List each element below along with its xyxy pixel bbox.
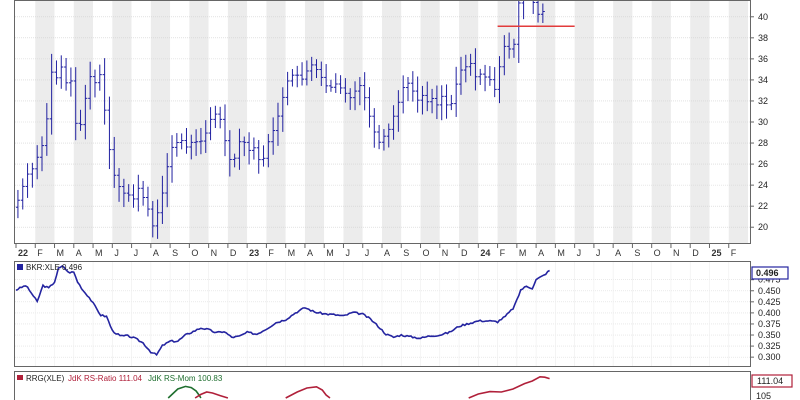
month-tick-label: M bbox=[519, 248, 527, 258]
month-tick-label: F bbox=[268, 248, 274, 258]
price-y-tick-label: 38 bbox=[758, 33, 768, 43]
ratio-y-tick-label: 0.375 bbox=[758, 319, 781, 329]
rrg-header: RRG(XLE) bbox=[26, 374, 65, 383]
rrg-panel: RRG(XLE) JdK RS-Ratio 111.04 JdK RS-Mom … bbox=[14, 371, 793, 400]
month-tick-label: M bbox=[557, 248, 565, 258]
month-tick-label: 25 bbox=[711, 248, 721, 258]
ratio-panel: 0.3000.3250.3500.3750.4000.4250.4500.475… bbox=[14, 261, 789, 367]
month-tick-label: M bbox=[95, 248, 103, 258]
month-tick-label: F bbox=[500, 248, 506, 258]
price-y-tick-label: 22 bbox=[758, 201, 768, 211]
month-tick-label: J bbox=[596, 248, 601, 258]
price-y-tick-label: 28 bbox=[758, 138, 768, 148]
ratio-y-tick-label: 0.300 bbox=[758, 352, 781, 362]
month-tick-label: S bbox=[403, 248, 409, 258]
month-tick-label: A bbox=[538, 248, 544, 258]
month-tick-label: A bbox=[615, 248, 621, 258]
month-tick-label: J bbox=[365, 248, 370, 258]
month-tick-label: S bbox=[172, 248, 178, 258]
month-tick-label: A bbox=[307, 248, 313, 258]
ratio-y-tick-label: 0.425 bbox=[758, 297, 781, 307]
month-tick-label: J bbox=[577, 248, 582, 258]
ratio-legend-label: BKR:XLE 0.496 bbox=[26, 263, 83, 272]
month-tick-label: N bbox=[442, 248, 449, 258]
ratio-y-tick-label: 0.400 bbox=[758, 308, 781, 318]
month-tick-label: O bbox=[654, 248, 661, 258]
month-tick-label: N bbox=[211, 248, 218, 258]
ratio-last-value: 0.496 bbox=[756, 268, 779, 278]
month-tick-label: J bbox=[134, 248, 139, 258]
ratio-y-axis: 0.3000.3250.3500.3750.4000.4250.4500.475 bbox=[750, 275, 781, 362]
ratio-panel-border bbox=[14, 261, 751, 367]
month-tick-label: S bbox=[634, 248, 640, 258]
month-tick-label: F bbox=[37, 248, 43, 258]
month-tick-label: D bbox=[230, 248, 237, 258]
ratio-y-tick-label: 0.350 bbox=[758, 330, 781, 340]
month-tick-label: D bbox=[461, 248, 468, 258]
rrg-last-value-box: 111.04 bbox=[751, 374, 793, 388]
price-y-axis: 20 22 24 26 28 30 32 34 36 38 40 bbox=[750, 12, 768, 232]
rrg-last-value: 111.04 bbox=[757, 376, 783, 386]
ratio-legend: BKR:XLE 0.496 bbox=[17, 263, 83, 272]
month-tick-label: 24 bbox=[480, 248, 490, 258]
rrg-legend-ratio: JdK RS-Ratio 111.04 bbox=[68, 374, 143, 383]
month-tick-label: M bbox=[326, 248, 334, 258]
price-panel: 20 22 24 26 28 30 32 34 36 38 40 bbox=[14, 0, 768, 244]
price-y-tick-label: 24 bbox=[758, 180, 768, 190]
month-tick-label: F bbox=[731, 248, 737, 258]
ratio-last-value-box: 0.496 bbox=[751, 266, 789, 280]
ratio-legend-swatch bbox=[17, 264, 23, 270]
month-tick-label: M bbox=[288, 248, 296, 258]
price-y-tick-label: 32 bbox=[758, 96, 768, 106]
rrg-legend: RRG(XLE) JdK RS-Ratio 111.04 JdK RS-Mom … bbox=[17, 374, 223, 383]
month-tick-label: A bbox=[384, 248, 390, 258]
month-tick-label: 22 bbox=[18, 248, 28, 258]
month-tick-label: A bbox=[153, 248, 159, 258]
ratio-y-tick-label: 0.450 bbox=[758, 286, 781, 296]
month-tick-label: D bbox=[692, 248, 699, 258]
price-y-tick-label: 30 bbox=[758, 117, 768, 127]
month-tick-label: J bbox=[345, 248, 350, 258]
price-y-tick-label: 26 bbox=[758, 159, 768, 169]
rrg-legend-swatch-ratio bbox=[17, 375, 23, 380]
month-tick-label: J bbox=[114, 248, 119, 258]
month-tick-label: O bbox=[191, 248, 198, 258]
price-y-tick-label: 20 bbox=[758, 222, 768, 232]
month-tick-label: O bbox=[423, 248, 430, 258]
month-axis: 22 F M A M J J A S O N D 23 F M A M J J A S O N D 24 F M A M J J A S O N D 2… bbox=[15, 244, 750, 260]
ratio-y-tick-label: 0.325 bbox=[758, 341, 781, 351]
stock-chart: 20 22 24 26 28 30 32 34 36 38 40 22 F M A M J J A S O N D 23 F M… bbox=[14, 0, 793, 400]
price-y-tick-label: 40 bbox=[758, 12, 768, 22]
price-y-tick-label: 36 bbox=[758, 54, 768, 64]
rrg-partial-tick: 105 bbox=[756, 391, 771, 400]
month-tick-label: A bbox=[76, 248, 82, 258]
price-y-tick-label: 34 bbox=[758, 75, 768, 85]
month-tick-label: M bbox=[57, 248, 65, 258]
month-tick-label: N bbox=[673, 248, 680, 258]
rrg-legend-mom: JdK RS-Mom 100.83 bbox=[148, 374, 223, 383]
month-tick-label: 23 bbox=[249, 248, 259, 258]
